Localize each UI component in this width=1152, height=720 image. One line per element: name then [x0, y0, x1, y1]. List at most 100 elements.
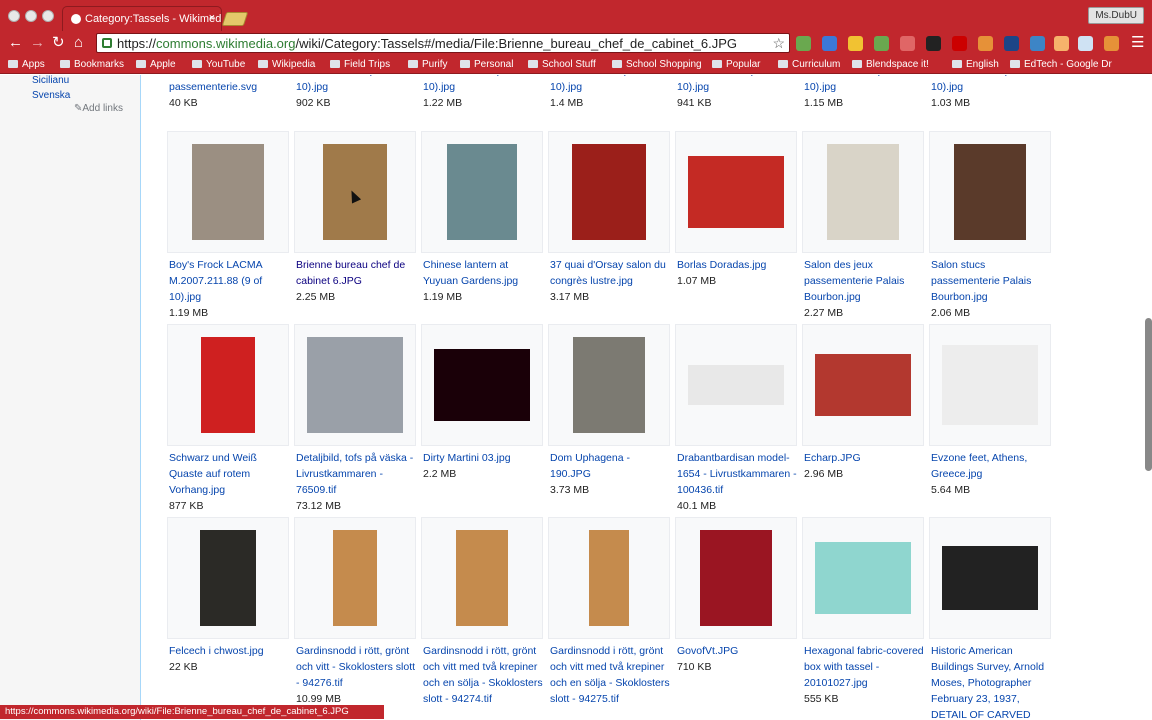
- file-link[interactable]: Drabantbardisan model-1654 - Livrustkamm…: [677, 452, 797, 496]
- file-link[interactable]: Salon des jeux passementerie Palais Bour…: [804, 259, 904, 303]
- file-link[interactable]: M.2007.211.88 (10 of 10).jpg: [423, 75, 522, 93]
- file-link[interactable]: Dirty Martini 03.jpg: [423, 452, 511, 464]
- close-window-button[interactable]: [8, 10, 20, 22]
- pen-icon[interactable]: [952, 36, 967, 51]
- evernote-clip-icon[interactable]: [874, 36, 889, 51]
- lang-link-svenska[interactable]: Svenska: [32, 90, 70, 101]
- puzzle-icon[interactable]: [1104, 36, 1119, 51]
- drive-icon[interactable]: [848, 36, 863, 51]
- file-link[interactable]: Felcech i chwost.jpg: [169, 645, 264, 657]
- file-link[interactable]: Boy's Frock LACMA M.2007.211.88 (9 of 10…: [169, 259, 262, 303]
- vimeo-icon[interactable]: [822, 36, 837, 51]
- gallery-caption: Drabantbardisan model-1654 - Livrustkamm…: [677, 450, 797, 514]
- gallery-caption: M.2007.211.88 (10 of 10).jpg 1.22 MB: [423, 75, 543, 111]
- file-link[interactable]: Evzone feet, Athens, Greece.jpg: [931, 452, 1027, 480]
- skype-icon[interactable]: [1004, 36, 1019, 51]
- stop-icon[interactable]: [978, 36, 993, 51]
- close-tab-icon[interactable]: ×: [209, 12, 215, 24]
- file-link[interactable]: Gardinsnodd i rött, grönt och vitt - Sko…: [296, 645, 415, 689]
- file-link[interactable]: Salon stucs passementerie Palais Bourbon…: [931, 259, 1031, 303]
- gallery-thumbnail[interactable]: [929, 517, 1051, 639]
- file-link[interactable]: Borlas Doradas.jpg: [677, 259, 766, 271]
- bookmark-youtube[interactable]: YouTube: [192, 59, 245, 70]
- tab-category-tassels[interactable]: Category:Tassels - Wikimedia ×: [62, 6, 222, 31]
- gallery-thumbnail[interactable]: [929, 131, 1051, 253]
- file-link[interactable]: Gardinsnodd i rött, grönt och vitt med t…: [423, 645, 543, 705]
- gallery-thumbnail[interactable]: [421, 131, 543, 253]
- gallery-thumbnail[interactable]: [294, 324, 416, 446]
- bookmark-popular[interactable]: Popular: [712, 59, 760, 70]
- menu-icon[interactable]: ☰: [1131, 35, 1144, 51]
- file-link[interactable]: passementerie.svg: [169, 81, 257, 93]
- gallery-thumbnail[interactable]: [929, 324, 1051, 446]
- gallery-thumbnail[interactable]: [548, 324, 670, 446]
- minimize-window-button[interactable]: [25, 10, 37, 22]
- grammarly-icon[interactable]: [1030, 36, 1045, 51]
- forward-arrow-icon[interactable]: →: [30, 35, 45, 51]
- evernote-icon[interactable]: [796, 36, 811, 51]
- file-link[interactable]: Echarp.JPG: [804, 452, 861, 464]
- add-links-link[interactable]: ✎Add links: [74, 103, 123, 114]
- file-link[interactable]: Hexagonal fabric-covered box with tassel…: [804, 645, 924, 689]
- gallery-thumbnail[interactable]: [548, 131, 670, 253]
- bookmark-curriculum[interactable]: Curriculum: [778, 59, 840, 70]
- file-link[interactable]: M.2007.211.88 (4 of 10).jpg: [550, 75, 643, 93]
- bookmark-school-shopping[interactable]: School Shopping: [612, 59, 702, 70]
- gallery-thumbnail[interactable]: [675, 517, 797, 639]
- file-link[interactable]: M.2007.211.88 (8 of 10).jpg: [931, 75, 1024, 93]
- bookmark-bookmarks[interactable]: Bookmarks: [60, 59, 124, 70]
- file-link[interactable]: GovofVt.JPG: [677, 645, 738, 657]
- bookmark-purify[interactable]: Purify: [408, 59, 448, 70]
- bird-icon[interactable]: [926, 36, 941, 51]
- gallery-thumbnail[interactable]: [802, 517, 924, 639]
- file-link[interactable]: Detaljbild, tofs på väska - Livrustkamma…: [296, 452, 413, 496]
- file-link[interactable]: 37 quai d'Orsay salon du congrès lustre.…: [550, 259, 666, 287]
- back-arrow-icon[interactable]: ←: [8, 35, 23, 51]
- gallery-thumbnail[interactable]: [421, 324, 543, 446]
- file-link[interactable]: Historic American Buildings Survey, Arno…: [931, 645, 1044, 720]
- gallery-thumbnail[interactable]: [421, 517, 543, 639]
- gallery-thumbnail[interactable]: [675, 324, 797, 446]
- file-link[interactable]: M.2007.211.88 (1 of 10).jpg: [296, 75, 389, 93]
- bookmark-blendspace-it-[interactable]: Blendspace it!: [852, 59, 929, 70]
- bookmark-school-stuff[interactable]: School Stuff: [528, 59, 596, 70]
- pinterest-icon[interactable]: [900, 36, 915, 51]
- file-link[interactable]: Schwarz und Weiß Quaste auf rotem Vorhan…: [169, 452, 257, 496]
- gallery-thumbnail[interactable]: [802, 324, 924, 446]
- bookmark-field-trips[interactable]: Field Trips: [330, 59, 390, 70]
- scrollbar[interactable]: [1145, 318, 1152, 471]
- reload-icon[interactable]: ↻: [52, 35, 65, 51]
- gallery-thumbnail[interactable]: [802, 131, 924, 253]
- gallery-thumbnail[interactable]: [167, 324, 289, 446]
- bookmark-apple[interactable]: Apple: [136, 59, 176, 70]
- file-link[interactable]: Brienne bureau chef de cabinet 6.JPG: [296, 259, 405, 287]
- file-link[interactable]: Chinese lantern at Yuyuan Gardens.jpg: [423, 259, 518, 287]
- gallery-thumbnail[interactable]: [167, 517, 289, 639]
- bookmarks-bar: Apps Bookmarks Apple YouTube Wikipedia Field …: [0, 56, 1152, 74]
- address-bar[interactable]: https://commons.wikimedia.org/wiki/Categ…: [96, 33, 790, 53]
- bookmark-personal[interactable]: Personal: [460, 59, 513, 70]
- gallery-caption: M.2007.211.88 (8 of 10).jpg 1.03 MB: [931, 75, 1051, 111]
- new-tab-button[interactable]: [221, 12, 249, 26]
- file-link[interactable]: M.2007.211.88 (5 of 10).jpg: [677, 75, 770, 93]
- gallery-thumbnail[interactable]: [167, 131, 289, 253]
- todo-icon[interactable]: [1078, 36, 1093, 51]
- home-icon[interactable]: ⌂: [74, 35, 83, 51]
- gallery-thumbnail[interactable]: [675, 131, 797, 253]
- n-icon[interactable]: [1054, 36, 1069, 51]
- file-link[interactable]: Gardinsnodd i rött, grönt och vitt med t…: [550, 645, 670, 705]
- gallery-thumbnail[interactable]: [548, 517, 670, 639]
- file-size: 1.19 MB: [423, 291, 463, 303]
- lang-link-sicilianu[interactable]: Sicilianu: [32, 75, 69, 86]
- gallery-thumbnail[interactable]: [294, 517, 416, 639]
- bookmark-apps[interactable]: Apps: [8, 59, 45, 70]
- bookmark-english[interactable]: English: [952, 59, 999, 70]
- maximize-window-button[interactable]: [42, 10, 54, 22]
- file-size: 1.19 MB: [169, 307, 209, 319]
- bookmark-star-icon[interactable]: ☆: [772, 35, 785, 52]
- profile-button[interactable]: Ms.DubU: [1088, 7, 1144, 24]
- bookmark-edtech-google-dr[interactable]: EdTech - Google Dr: [1010, 59, 1112, 70]
- file-link[interactable]: Dom Uphagena - 190.JPG: [550, 452, 630, 480]
- bookmark-wikipedia[interactable]: Wikipedia: [258, 59, 315, 70]
- file-link[interactable]: M.2007.211.88 (6 of 10).jpg: [804, 75, 897, 93]
